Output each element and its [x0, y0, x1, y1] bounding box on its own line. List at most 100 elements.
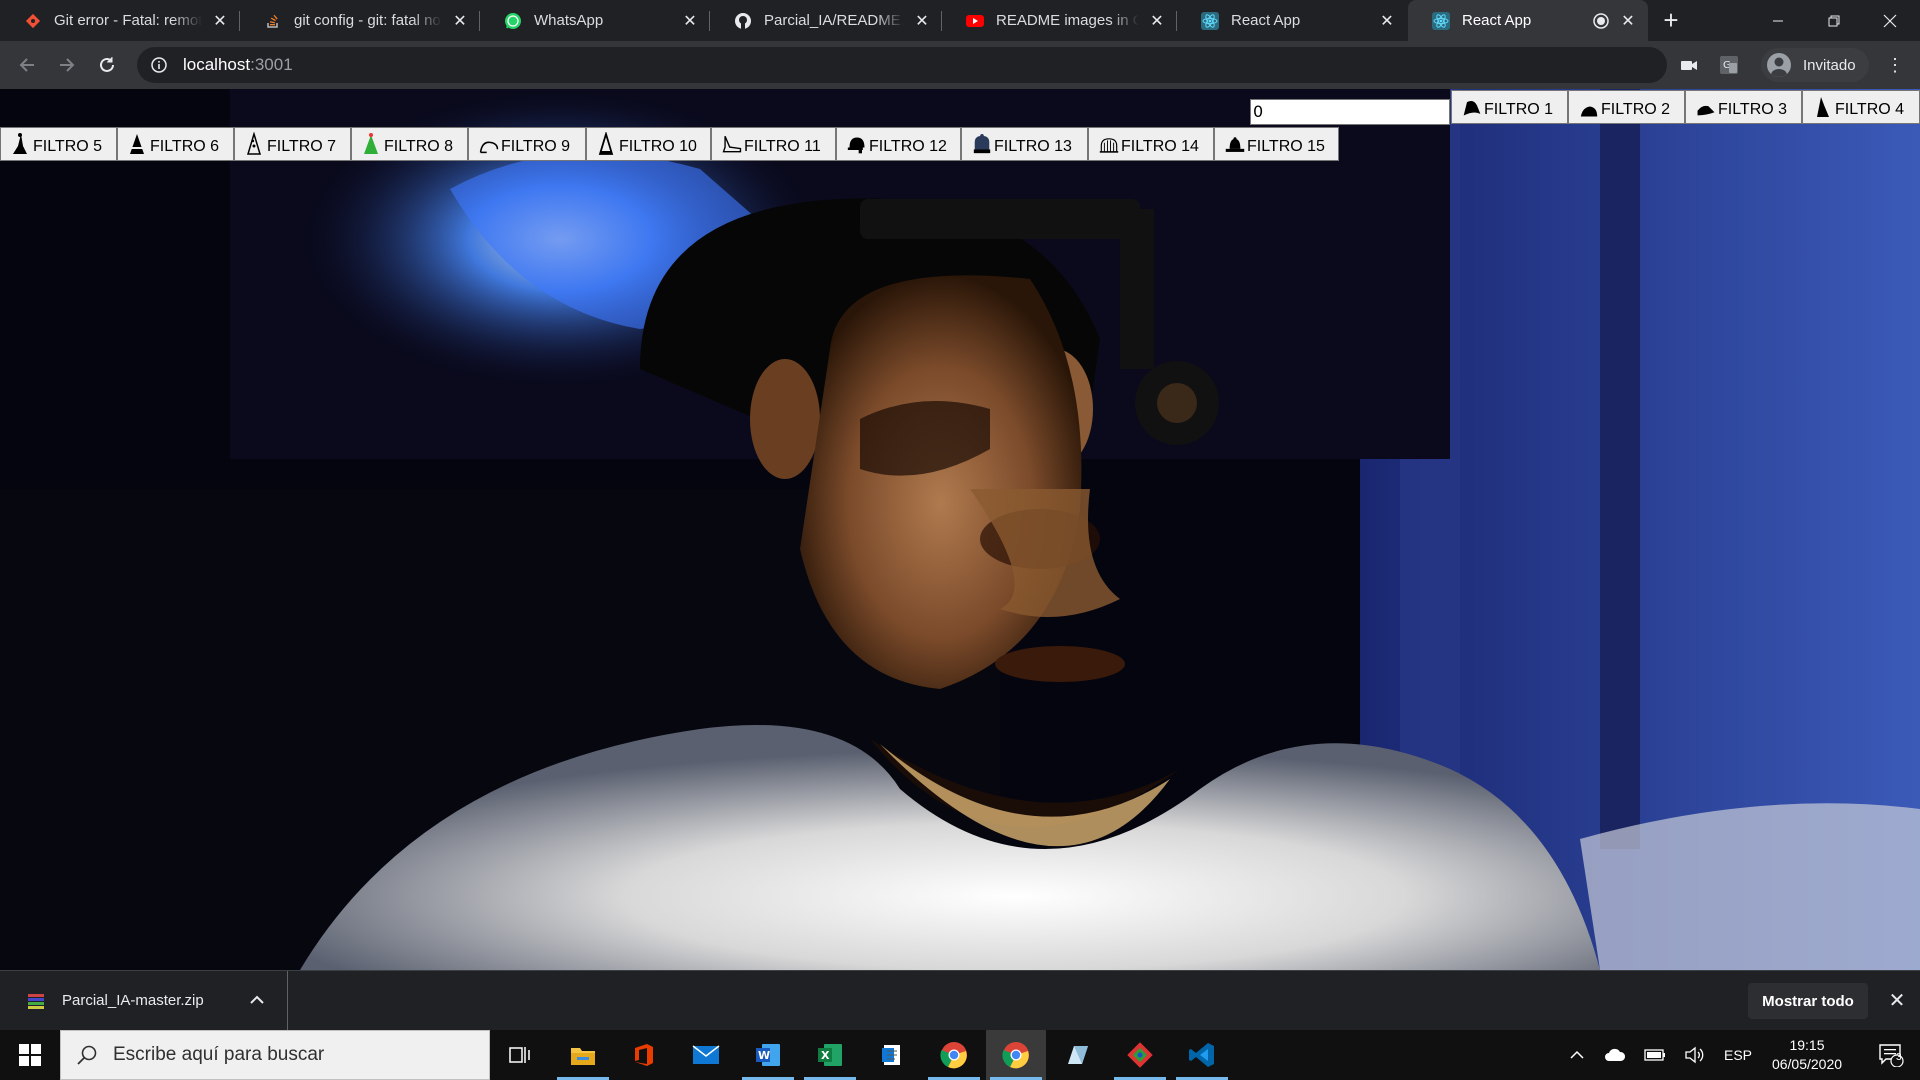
- close-icon[interactable]: ✕: [210, 11, 230, 31]
- file-explorer-icon: [571, 1048, 595, 1065]
- filtro-5-button[interactable]: FILTRO 5: [0, 127, 117, 161]
- hat-15-icon: [1225, 132, 1245, 156]
- download-item[interactable]: Parcial_IA-master.zip: [0, 971, 288, 1030]
- windows-taskbar: Escribe aquí para buscar W X ESP 19:15 0…: [0, 1030, 1920, 1080]
- filtro-4-button[interactable]: FILTRO 4: [1802, 90, 1920, 124]
- tab-whatsapp[interactable]: WhatsApp ✕: [480, 0, 710, 41]
- hat-10-icon: [597, 132, 617, 156]
- filtro-15-button[interactable]: FILTRO 15: [1214, 127, 1339, 161]
- svg-text:X: X: [821, 1049, 830, 1062]
- mail-icon: [692, 1045, 720, 1064]
- github-icon: [734, 12, 752, 30]
- webcam-video: [0, 89, 1920, 970]
- vscode-button[interactable]: [1172, 1030, 1232, 1080]
- arrow-left-icon: [19, 58, 34, 72]
- filtro-6-button[interactable]: FILTRO 6: [117, 127, 234, 161]
- close-icon[interactable]: ✕: [450, 11, 470, 31]
- filtro-7-label: FILTRO 7: [267, 138, 337, 155]
- task-view-button[interactable]: [490, 1030, 550, 1080]
- filtro-2-button[interactable]: FILTRO 2: [1568, 90, 1685, 124]
- file-explorer-button[interactable]: [553, 1030, 613, 1080]
- address-bar[interactable]: localhost:3001: [137, 47, 1667, 83]
- git-icon: [24, 12, 42, 30]
- battery-button[interactable]: [1640, 1030, 1670, 1080]
- forward-button[interactable]: [51, 49, 83, 81]
- tab-title: WhatsApp: [534, 12, 604, 29]
- profile-label: Invitado: [1803, 56, 1856, 74]
- volume-button[interactable]: [1680, 1030, 1710, 1080]
- minimize-button[interactable]: [1750, 0, 1806, 41]
- hat-13-icon: [972, 132, 992, 156]
- reload-button[interactable]: [91, 49, 123, 81]
- tab-title: React App: [1231, 12, 1301, 29]
- notepad-button[interactable]: [862, 1030, 922, 1080]
- chevron-up-icon[interactable]: [247, 990, 267, 1010]
- filtro-8-button[interactable]: FILTRO 8: [351, 127, 468, 161]
- filtro-9-label: FILTRO 9: [501, 138, 571, 155]
- hat-1-icon: [1462, 95, 1482, 119]
- filter-number-input[interactable]: 0: [1250, 99, 1450, 125]
- notifications-button[interactable]: 3: [1862, 1030, 1920, 1080]
- chrome-button[interactable]: [924, 1030, 984, 1080]
- show-all-button[interactable]: Mostrar todo: [1748, 983, 1868, 1019]
- onedrive-button[interactable]: [1600, 1030, 1630, 1080]
- tab-youtube[interactable]: README images in GitHub ✕: [942, 0, 1177, 41]
- close-icon[interactable]: ✕: [912, 11, 932, 31]
- filtro-13-button[interactable]: FILTRO 13: [961, 127, 1088, 161]
- close-icon[interactable]: ✕: [1147, 11, 1167, 31]
- filtro-9-button[interactable]: FILTRO 9: [468, 127, 586, 161]
- excel-button[interactable]: X: [800, 1030, 860, 1080]
- back-button[interactable]: [11, 49, 43, 81]
- translate-icon[interactable]: G: [1719, 55, 1739, 75]
- mail-button[interactable]: [676, 1030, 736, 1080]
- notepad-icon: [882, 1045, 900, 1065]
- language-indicator[interactable]: ESP: [1720, 1030, 1756, 1080]
- start-button[interactable]: [0, 1030, 60, 1080]
- close-icon[interactable]: ✕: [1377, 11, 1397, 31]
- tab-react-app[interactable]: React App ✕: [1177, 0, 1407, 41]
- tab-react-app-active[interactable]: React App ✕: [1408, 0, 1648, 41]
- word-button[interactable]: W: [738, 1030, 798, 1080]
- task-view-icon: [509, 1047, 530, 1063]
- url-host: localhost: [183, 55, 251, 74]
- git-button[interactable]: [1110, 1030, 1170, 1080]
- notification-count: 3: [1896, 1052, 1902, 1063]
- restore-button[interactable]: [1806, 0, 1862, 41]
- youtube-icon: [966, 12, 984, 30]
- excel-icon: X: [818, 1044, 842, 1066]
- filtro-1-button[interactable]: FILTRO 1: [1451, 90, 1568, 124]
- office-icon: [635, 1044, 653, 1066]
- page-content: 0 FILTRO 1 FILTRO 2 FILTRO 3 FILTRO 4 FI…: [0, 89, 1920, 970]
- hat-6-icon: [128, 132, 148, 156]
- office-button[interactable]: [614, 1030, 674, 1080]
- close-window-button[interactable]: [1862, 0, 1918, 41]
- filtro-14-button[interactable]: FILTRO 14: [1088, 127, 1214, 161]
- camera-icon[interactable]: [1679, 55, 1699, 75]
- taskbar-search-box[interactable]: Escribe aquí para buscar: [60, 1030, 490, 1080]
- app-button[interactable]: [1048, 1030, 1108, 1080]
- filtro-12-button[interactable]: FILTRO 12: [836, 127, 961, 161]
- tab-github-readme[interactable]: Parcial_IA/README.md at master ✕: [710, 0, 942, 41]
- filtro-7-button[interactable]: FILTRO 7: [234, 127, 351, 161]
- new-tab-button[interactable]: +: [1657, 7, 1685, 35]
- info-icon[interactable]: [149, 55, 169, 75]
- filtro-11-button[interactable]: FILTRO 11: [711, 127, 836, 161]
- filtro-3-button[interactable]: FILTRO 3: [1685, 90, 1802, 124]
- close-icon[interactable]: ✕: [680, 11, 700, 31]
- chrome-guest-button[interactable]: [986, 1030, 1046, 1080]
- filtro-8-label: FILTRO 8: [384, 138, 454, 155]
- profile-button[interactable]: Invitado: [1761, 48, 1869, 82]
- tab-git-config[interactable]: git config - git: fatal no pathspec ✕: [240, 0, 480, 41]
- tab-title: Git error - Fatal: remote origin already…: [54, 12, 202, 29]
- tab-git-error[interactable]: Git error - Fatal: remote origin already…: [0, 0, 240, 41]
- windows-logo-icon: [19, 1044, 41, 1066]
- close-icon[interactable]: ✕: [1618, 11, 1638, 31]
- filtro-10-button[interactable]: FILTRO 10: [586, 127, 711, 161]
- git-icon: [1127, 1042, 1153, 1068]
- menu-icon[interactable]: ⋮: [1885, 55, 1905, 75]
- clock[interactable]: 19:15 06/05/2020: [1762, 1036, 1852, 1074]
- filtro-14-label: FILTRO 14: [1121, 138, 1199, 155]
- search-icon: [77, 1045, 97, 1065]
- close-icon[interactable]: ✕: [1886, 990, 1908, 1012]
- show-hidden-icons-button[interactable]: [1562, 1030, 1592, 1080]
